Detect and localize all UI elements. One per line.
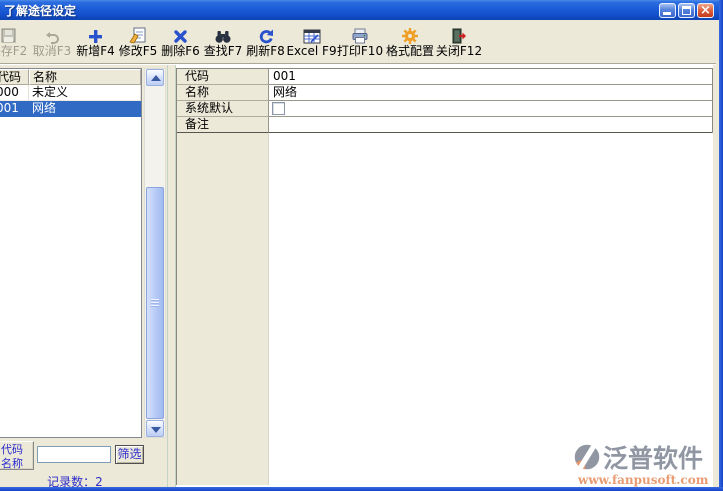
watermark: 泛普软件 www.fanpusoft.com bbox=[578, 443, 703, 487]
field-value-name[interactable]: 网络 bbox=[269, 85, 712, 101]
field-label-system-default: 系统默认 bbox=[177, 101, 269, 117]
print-icon bbox=[351, 23, 369, 44]
maximize-button[interactable] bbox=[678, 3, 695, 18]
add-icon bbox=[88, 23, 103, 44]
field-label-code: 代码 bbox=[177, 69, 269, 85]
maximize-icon bbox=[682, 6, 691, 15]
scrollbar-thumb[interactable] bbox=[146, 187, 164, 419]
list-scrollbar[interactable] bbox=[144, 68, 166, 438]
close-icon: × bbox=[698, 3, 713, 18]
form-row-remark: 备注 bbox=[177, 117, 712, 133]
scroll-down-button[interactable] bbox=[146, 420, 164, 437]
undo-icon bbox=[44, 23, 60, 44]
scroll-up-button[interactable] bbox=[146, 69, 164, 86]
close-button[interactable]: × bbox=[697, 3, 714, 18]
detail-panel: 代码 001 名称 网络 系统默认 备注 bbox=[176, 65, 713, 487]
arrow-up-icon bbox=[151, 75, 161, 81]
arrow-down-icon bbox=[151, 427, 161, 433]
form-row-system-default: 系统默认 bbox=[177, 101, 712, 117]
title-bar: 了解途径设定 × bbox=[0, 0, 723, 20]
format-config-button[interactable]: 格式配置 bbox=[384, 23, 436, 61]
filter-input[interactable] bbox=[37, 446, 111, 463]
system-default-checkbox[interactable] bbox=[272, 102, 285, 115]
minimize-icon bbox=[663, 12, 671, 15]
minimize-button[interactable] bbox=[659, 3, 676, 18]
column-header-code[interactable]: 代码 bbox=[0, 69, 29, 85]
list-header-row: 代码 名称 bbox=[0, 69, 141, 85]
filter-option-name[interactable]: 名称 bbox=[0, 456, 33, 470]
label-column-extension bbox=[176, 133, 269, 485]
delete-icon bbox=[173, 23, 188, 44]
window-border-right bbox=[719, 0, 723, 491]
save-icon bbox=[0, 23, 17, 44]
record-list: 代码 名称 000 未定义 001 网络 bbox=[0, 68, 142, 438]
window-border-bottom bbox=[0, 487, 723, 491]
field-value-remark[interactable] bbox=[269, 117, 712, 133]
watermark-url: www.fanpusoft.com bbox=[578, 474, 703, 487]
window-title: 了解途径设定 bbox=[0, 2, 76, 19]
column-header-name[interactable]: 名称 bbox=[29, 69, 141, 85]
thumb-grip-icon bbox=[151, 299, 159, 307]
list-row-001-selected[interactable]: 001 网络 bbox=[0, 101, 141, 117]
refresh-icon bbox=[258, 23, 274, 44]
exit-icon bbox=[451, 23, 468, 44]
detail-form: 代码 001 名称 网络 系统默认 备注 bbox=[176, 68, 713, 133]
save-button: 保存F2 bbox=[0, 23, 30, 61]
list-row-000[interactable]: 000 未定义 bbox=[0, 85, 141, 101]
field-label-remark: 备注 bbox=[177, 117, 269, 133]
edit-icon bbox=[129, 23, 147, 44]
refresh-button[interactable]: 刷新F8 bbox=[244, 23, 287, 61]
field-value-system-default bbox=[269, 101, 712, 117]
delete-button[interactable]: 删除F6 bbox=[159, 23, 202, 61]
filter-button[interactable]: 筛选 bbox=[115, 445, 144, 464]
content-area: 代码 名称 000 未定义 001 网络 代码 bbox=[0, 65, 719, 487]
form-row-name: 名称 网络 bbox=[177, 85, 712, 101]
panel-splitter[interactable] bbox=[167, 65, 176, 487]
cancel-button: 取消F3 bbox=[30, 23, 74, 61]
field-label-name: 名称 bbox=[177, 85, 269, 101]
gear-icon bbox=[402, 23, 418, 44]
excel-icon bbox=[303, 23, 321, 44]
form-row-code: 代码 001 bbox=[177, 69, 712, 85]
add-button[interactable]: 新增F4 bbox=[74, 23, 117, 61]
filter-option-code[interactable]: 代码 bbox=[0, 442, 33, 456]
app-window: 了解途径设定 × 保存F2 取消F3 bbox=[0, 0, 723, 491]
find-icon bbox=[214, 23, 232, 44]
watermark-brand: 泛普软件 bbox=[603, 445, 703, 473]
field-value-code[interactable]: 001 bbox=[269, 69, 712, 85]
fanpu-logo-icon bbox=[573, 443, 601, 474]
edit-button[interactable]: 修改F5 bbox=[117, 23, 159, 61]
find-button[interactable]: 查找F7 bbox=[202, 23, 244, 61]
filter-field-selector: 代码 名称 bbox=[0, 441, 34, 470]
close-window-button[interactable]: 关闭F12 bbox=[436, 23, 482, 61]
excel-button[interactable]: Excel F9 bbox=[287, 23, 336, 61]
toolbar: 保存F2 取消F3 新增F4 修改F5 bbox=[0, 20, 723, 63]
print-button[interactable]: 打印F10 bbox=[336, 23, 384, 61]
